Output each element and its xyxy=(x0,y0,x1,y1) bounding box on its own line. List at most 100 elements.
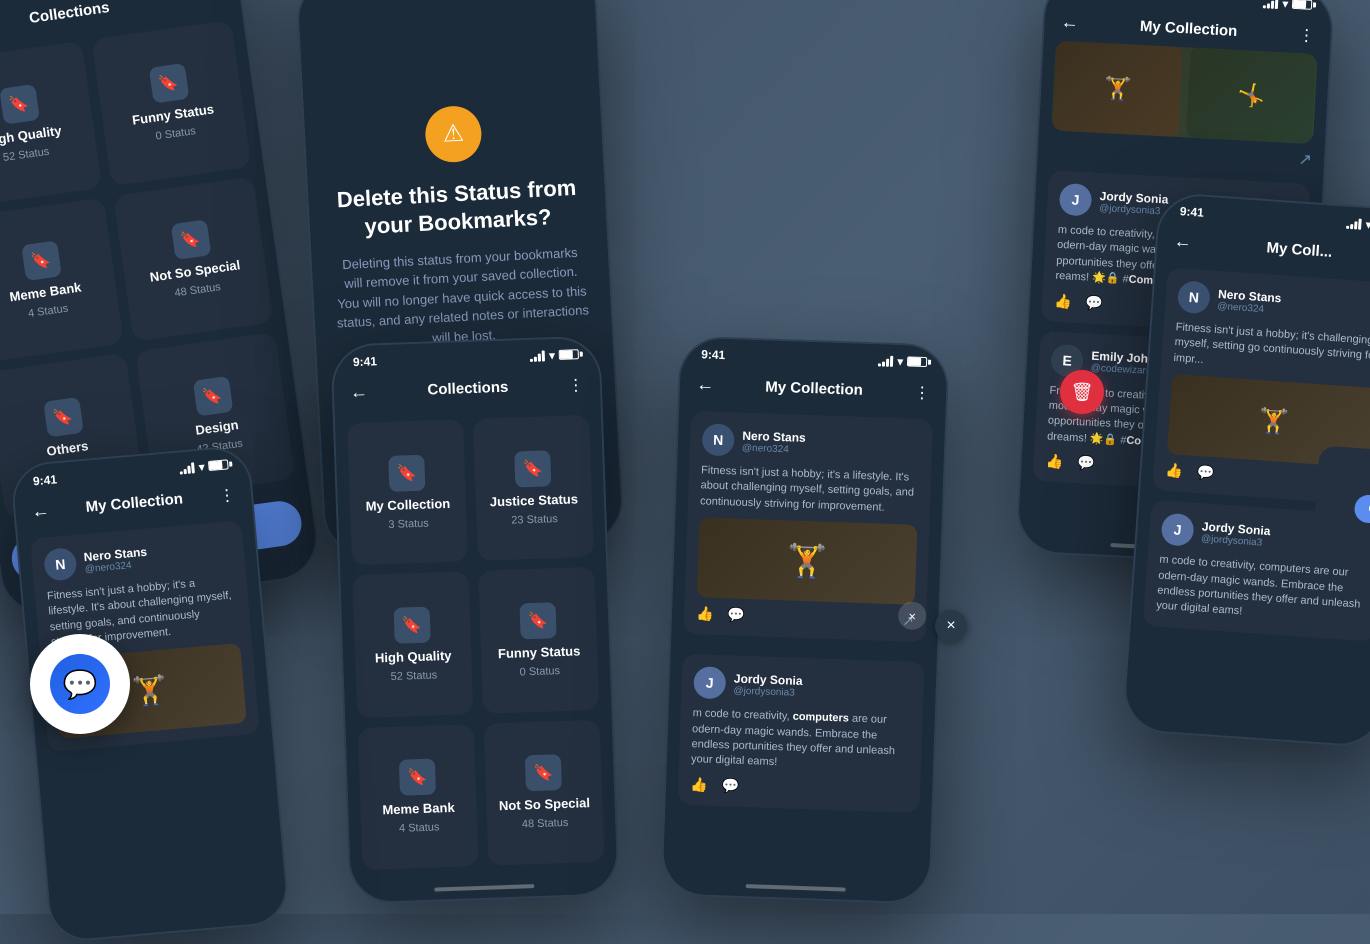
comment-btn-7-1[interactable]: 💬 xyxy=(1196,464,1215,482)
collection-card-high-quality[interactable]: 🔖 High Quality 52 Status xyxy=(0,41,102,207)
back-btn-4[interactable]: ← xyxy=(350,382,369,404)
card-justice[interactable]: 🔖 Justice Status 23 Status xyxy=(473,415,594,561)
collection-card-meme[interactable]: 🔖 Meme Bank 4 Status xyxy=(0,197,124,363)
nav-title-3: My Collection xyxy=(1088,15,1289,42)
back-btn-6[interactable]: ← xyxy=(31,500,51,522)
collection-icon: 🔖 xyxy=(21,240,62,281)
app-logo: 💬 xyxy=(30,634,130,734)
comment-btn-5-2[interactable]: 💬 xyxy=(721,777,739,795)
like-btn-5-1[interactable]: 👍 xyxy=(696,605,714,623)
status-time-4: 9:41 xyxy=(353,354,378,369)
more-menu-3[interactable]: ⋮ xyxy=(1298,25,1315,46)
delete-modal-title: Delete this Status from your Bookmarks? xyxy=(328,173,587,244)
card-my-collection[interactable]: 🔖 My Collection 3 Status xyxy=(347,419,468,565)
collection-card-not-special[interactable]: 🔖 Not So Special 48 Status xyxy=(113,176,273,342)
like-btn-5-2[interactable]: 👍 xyxy=(690,776,708,794)
card-funny-4[interactable]: 🔖 Funny Status 0 Status xyxy=(478,567,599,713)
collection-icon: 🔖 xyxy=(43,397,84,438)
back-btn-3[interactable]: ← xyxy=(1060,12,1079,34)
status-time-5: 9:41 xyxy=(701,347,726,362)
card-count: 4 Status xyxy=(399,822,440,835)
nav-title-7: My Coll... xyxy=(1201,235,1370,266)
card-name: High Quality xyxy=(0,123,62,149)
post-text-7-2: m code to creativity, computers are our … xyxy=(1156,553,1368,629)
collection-icon: 🔖 xyxy=(399,759,436,796)
share-icon[interactable]: ↗ xyxy=(1298,149,1312,170)
back-btn-5[interactable]: ← xyxy=(696,374,715,396)
card-count: 48 Status xyxy=(522,817,569,831)
battery-icon-4 xyxy=(559,349,579,360)
create-btn-partial[interactable]: Create xyxy=(1353,494,1370,526)
card-count: 0 Status xyxy=(519,665,560,678)
card-count: 52 Status xyxy=(2,146,50,164)
signal-icon-6 xyxy=(179,461,195,474)
back-btn-7[interactable]: ← xyxy=(1173,231,1192,253)
card-name: Not So Special xyxy=(149,257,241,285)
card-count: 3 Status xyxy=(388,517,429,530)
close-x-btn[interactable]: × xyxy=(935,610,967,642)
phone-far-right: 9:41 ▾ ← My Coll... N Nero xyxy=(1121,192,1370,749)
card-high-quality-4[interactable]: 🔖 High Quality 52 Status xyxy=(352,572,473,718)
collection-card-funny[interactable]: 🔖 Funny Status 0 Status xyxy=(91,20,251,186)
comment-btn-2[interactable]: 💬 xyxy=(1077,454,1095,472)
collection-icon: 🔖 xyxy=(394,607,431,644)
more-menu-1[interactable]: ⋮ xyxy=(206,0,225,3)
wifi-icon-7: ▾ xyxy=(1365,218,1370,231)
feed-post-5-1: N Nero Stans @nero324 Fitness isn't just… xyxy=(683,411,933,642)
card-name: Funny Status xyxy=(498,643,581,661)
collection-icon: 🔖 xyxy=(192,376,233,417)
collection-icon: 🔖 xyxy=(170,219,211,260)
collection-icon: 🔖 xyxy=(148,63,189,104)
signal-icon-4 xyxy=(530,349,545,362)
app-logo-icon: 💬 xyxy=(50,654,110,714)
collection-grid-4: 🔖 My Collection 3 Status 🔖 Justice Statu… xyxy=(335,402,617,882)
avatar-6-1: N xyxy=(43,547,78,582)
post-text-5-2: m code to creativity, computers are our … xyxy=(691,706,911,775)
avatar-7-1: N xyxy=(1177,280,1211,314)
avatar-5-1: N xyxy=(702,423,735,456)
signal-icon-5 xyxy=(878,354,893,367)
signal-icon-3 xyxy=(1263,0,1279,9)
comment-btn-5-1[interactable]: 💬 xyxy=(727,606,745,624)
card-meme-4[interactable]: 🔖 Meme Bank 4 Status xyxy=(358,724,479,870)
card-name: My Collection xyxy=(365,495,450,513)
collection-icon: 🔖 xyxy=(0,84,39,125)
top-image: 🏋️ 🤸 xyxy=(1051,40,1317,144)
card-name: Others xyxy=(46,438,90,459)
card-name: High Quality xyxy=(375,648,452,666)
comment-btn-1[interactable]: 💬 xyxy=(1085,294,1103,312)
warning-icon: ⚠ xyxy=(424,104,483,163)
card-count: 23 Status xyxy=(511,513,558,527)
battery-icon-6 xyxy=(208,459,229,471)
more-menu-4[interactable]: ⋮ xyxy=(568,375,585,396)
card-name: Funny Status xyxy=(131,102,215,128)
like-btn-2[interactable]: 👍 xyxy=(1045,453,1063,471)
battery-icon-5 xyxy=(907,356,927,367)
feed-post-5-2: J Jordy Sonia @jordysonia3 m code to cre… xyxy=(677,654,924,813)
card-name: Meme Bank xyxy=(9,280,83,305)
collection-icon: 🔖 xyxy=(519,602,556,639)
collection-icon: 🔖 xyxy=(514,450,551,487)
avatar-5-2: J xyxy=(693,666,726,699)
wifi-icon-4: ▾ xyxy=(549,349,555,362)
status-time-6: 9:41 xyxy=(32,472,57,488)
wifi-icon-3: ▾ xyxy=(1282,0,1288,10)
like-btn-1[interactable]: 👍 xyxy=(1054,292,1072,310)
card-count: 52 Status xyxy=(390,669,437,683)
nav-title-6: My Collection xyxy=(59,488,210,518)
card-name: Meme Bank xyxy=(382,800,455,818)
nav-title-4: Collections xyxy=(378,377,558,400)
phone-my-collection-feed: 9:41 ▾ ← My Collection ⋮ N xyxy=(660,335,949,904)
more-menu-5[interactable]: ⋮ xyxy=(914,382,931,403)
battery-icon-3 xyxy=(1292,0,1312,10)
nav-title-5: My Collection xyxy=(724,377,904,400)
card-not-special-4[interactable]: 🔖 Not So Special 48 Status xyxy=(484,719,605,865)
card-count: 48 Status xyxy=(174,281,222,299)
wifi-icon-6: ▾ xyxy=(198,460,205,473)
card-count: 4 Status xyxy=(27,303,69,321)
delete-fab[interactable]: 🗑 xyxy=(1060,370,1104,414)
more-menu-6[interactable]: ⋮ xyxy=(218,484,236,505)
post-text-7-1: Fitness isn't just a hobby; it's challen… xyxy=(1173,320,1370,381)
like-btn-7-1[interactable]: 👍 xyxy=(1165,462,1184,480)
status-time-7: 9:41 xyxy=(1179,204,1204,220)
